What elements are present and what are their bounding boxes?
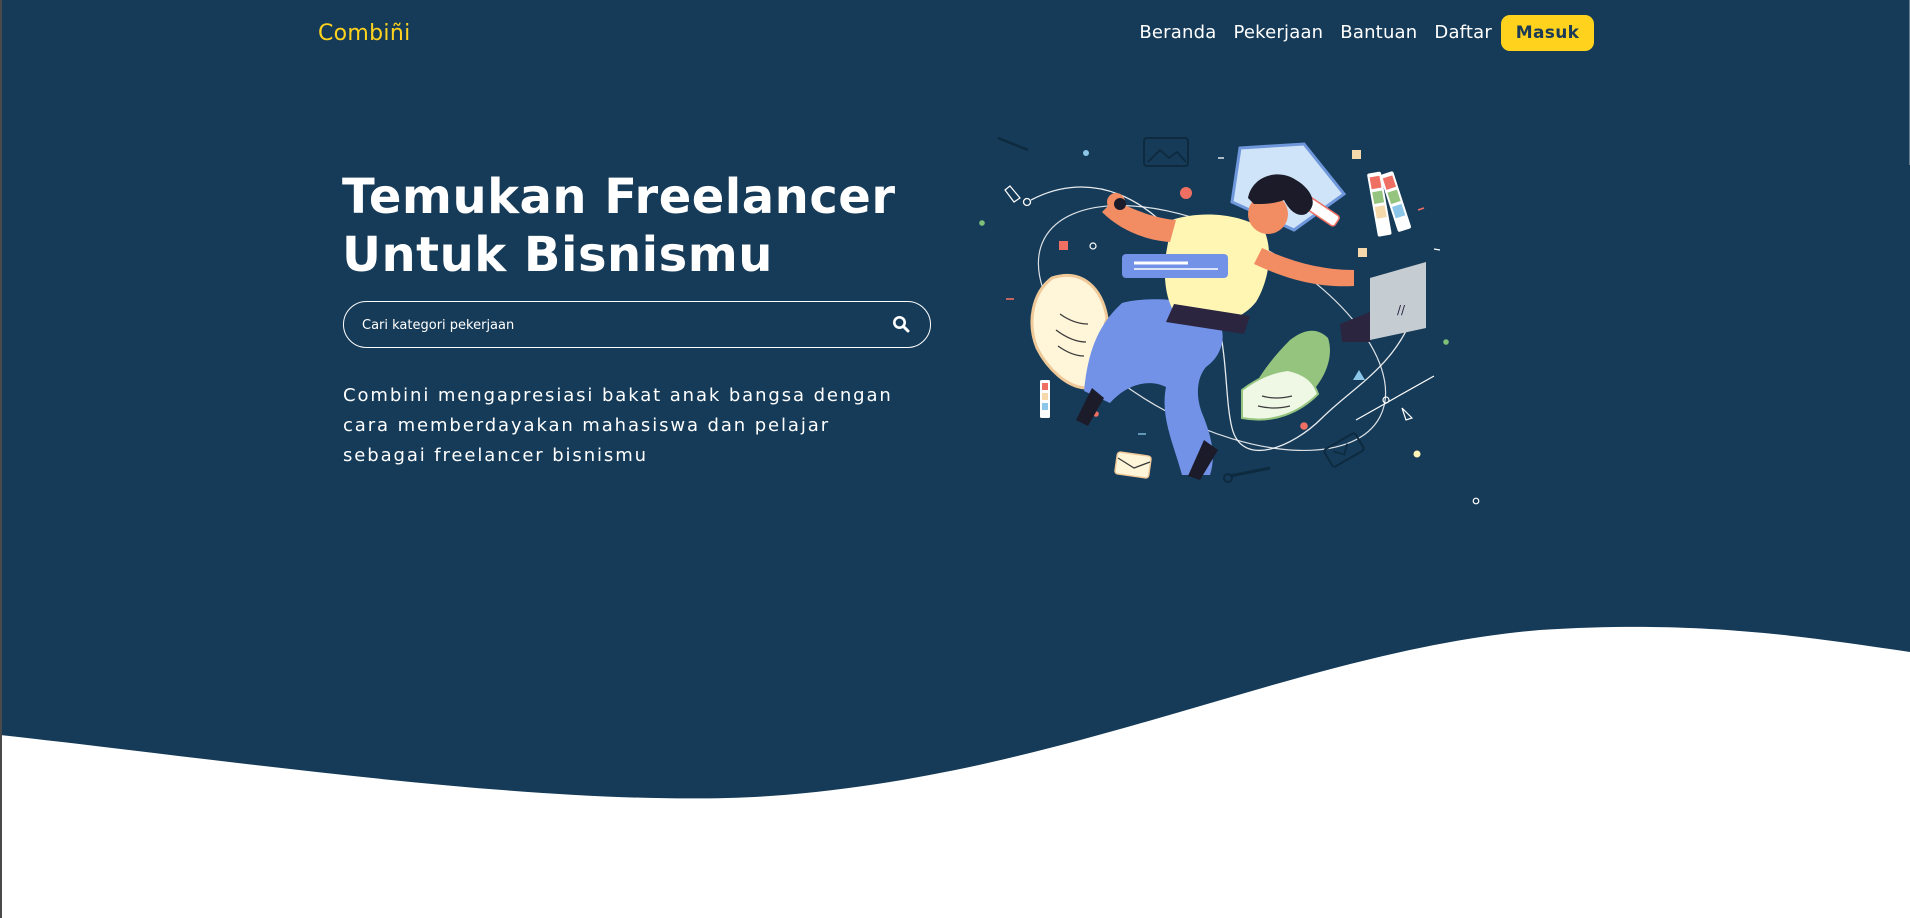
freelancer-illustration: // [979,136,1480,505]
login-button[interactable]: Masuk [1501,15,1594,51]
hero-title-line: Untuk Bisnismu [342,227,773,283]
hero-description: Combini mengapresiasi bakat anak bangsa … [343,381,943,471]
nav-links: Beranda Pekerjaan Bantuan Daftar Masuk [1139,15,1594,51]
nav-link-pekerjaan[interactable]: Pekerjaan [1233,15,1323,51]
description-line: Combini mengapresiasi bakat anak bangsa … [343,385,893,406]
search-input[interactable] [360,302,864,348]
search-box [343,301,931,348]
hero-title-line: Temukan Freelancer [342,169,896,225]
hero-background [0,0,1910,799]
description-line: sebagai freelancer bisnismu [343,445,648,466]
description-line: cara memberdayakan mahasiswa dan pelajar [343,415,830,436]
nav-link-bantuan[interactable]: Bantuan [1340,15,1417,51]
svg-text://: // [1397,303,1406,317]
nav-link-beranda[interactable]: Beranda [1139,15,1216,51]
window-border-left [0,0,2,918]
search-icon[interactable] [892,315,910,333]
hero-title: Temukan Freelancer Untuk Bisnismu [342,168,896,284]
logo[interactable]: Combiñi [318,21,411,46]
navbar: Combiñi Beranda Pekerjaan Bantuan Daftar… [318,15,1594,53]
nav-link-daftar[interactable]: Daftar [1434,15,1492,51]
